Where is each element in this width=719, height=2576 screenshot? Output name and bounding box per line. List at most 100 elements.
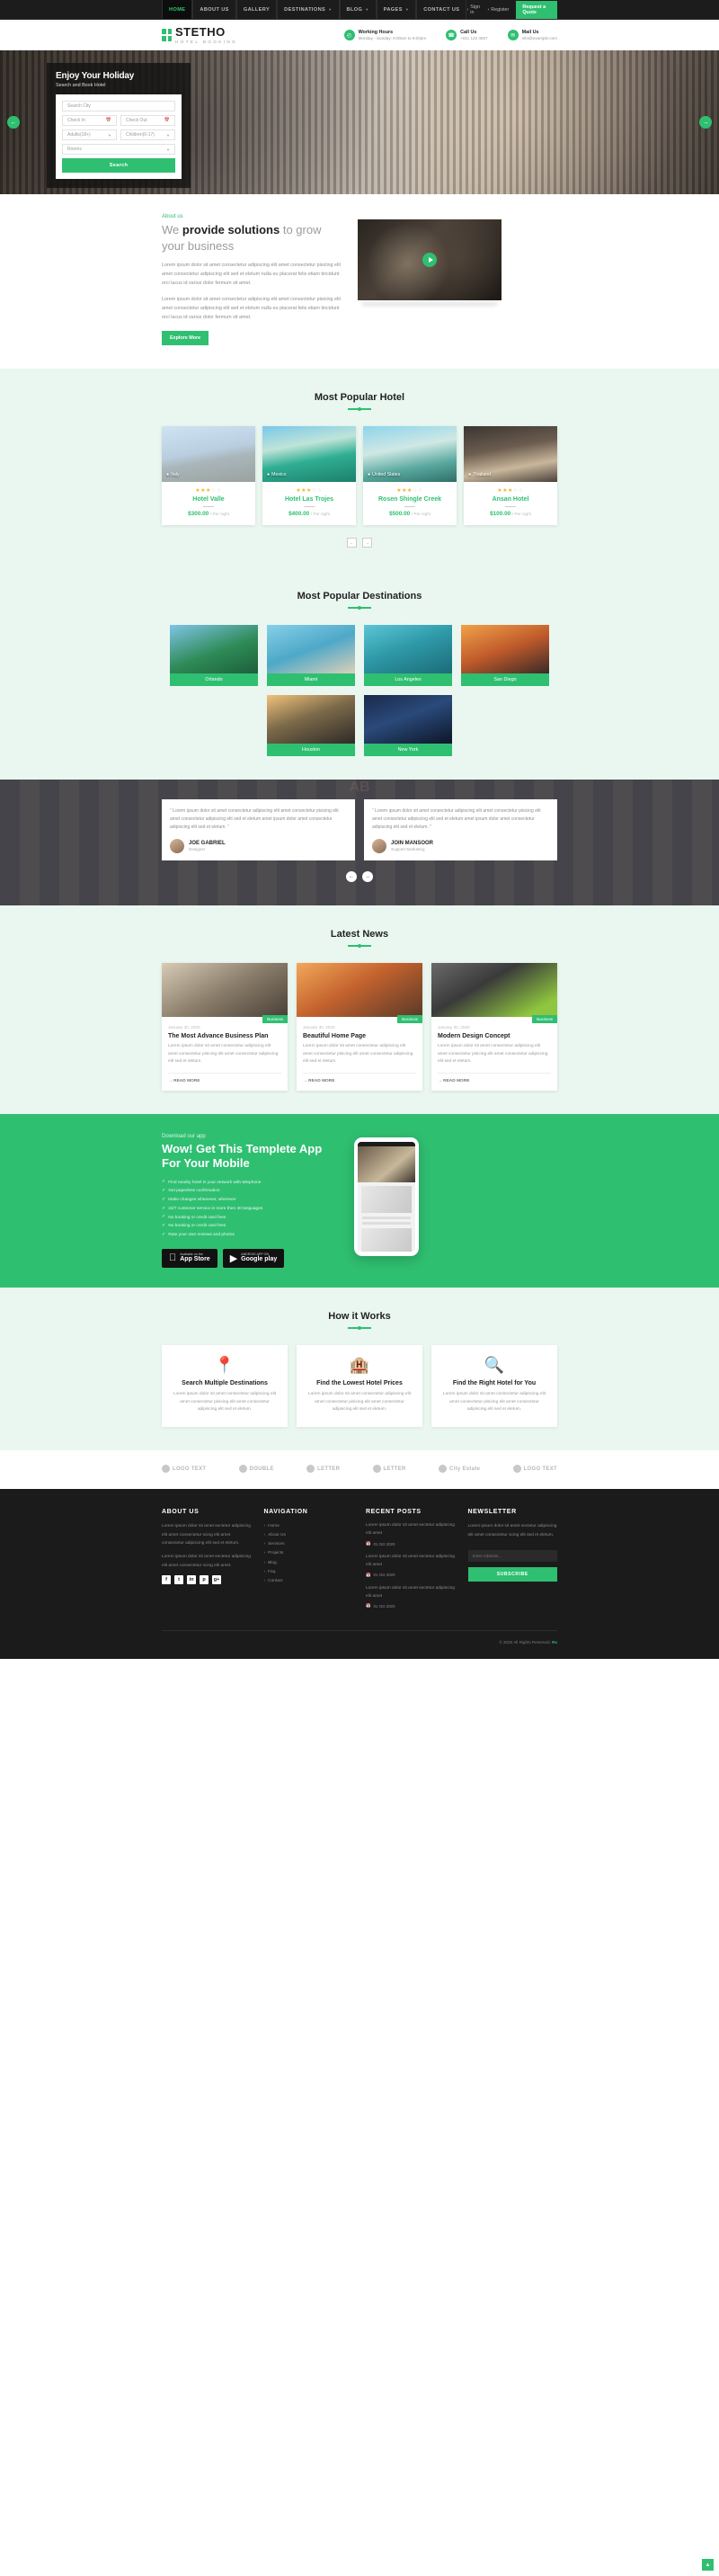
footer-nav-about-us[interactable]: About Us <box>264 1531 354 1540</box>
brand-logo-item[interactable]: LOGO TEXT <box>162 1465 206 1474</box>
how-card[interactable]: 🔍 Find the Right Hotel for You Lorem ips… <box>431 1344 557 1428</box>
google-plus-icon[interactable]: g+ <box>212 1575 221 1585</box>
news-headline[interactable]: Modern Design Concept <box>438 1033 551 1039</box>
map-pin-icon: ● <box>468 472 472 478</box>
news-card[interactable]: Business January 30, 2020 Beautiful Home… <box>297 963 422 1091</box>
destination-card[interactable]: Miami <box>267 625 355 687</box>
footer-post[interactable]: Lorem ipsum dolor sit amet sectetur adip… <box>366 1554 456 1578</box>
app-store-button[interactable]:  Available on theApp Store <box>162 1248 217 1268</box>
footer-nav-projects[interactable]: Projects <box>264 1549 354 1558</box>
search-city-input[interactable]: Search City <box>62 101 175 111</box>
play-icon[interactable] <box>422 253 437 267</box>
hero-prev-arrow[interactable]: ← <box>7 116 20 129</box>
testimonial-name: JOE GABRIEL <box>189 841 226 847</box>
google-play-button[interactable]: ▶ ANDROID APP ON Google play <box>222 1248 285 1268</box>
testimonial-prev-button[interactable]: ← <box>346 871 357 883</box>
linkedin-icon[interactable]: in <box>187 1575 196 1585</box>
testimonial-next-button[interactable]: → <box>362 871 373 883</box>
footer-post-text: Lorem ipsum dolor sit amet sectetur adip… <box>366 1585 455 1599</box>
watermark: AB <box>349 780 370 796</box>
register-link[interactable]: › Register <box>487 7 509 13</box>
rooms-select[interactable]: Rooms ▼ <box>62 144 175 155</box>
footer-post[interactable]: Lorem ipsum dolor sit amet sectetur adip… <box>366 1522 456 1546</box>
check-out-input[interactable]: Check Out 📅 <box>120 115 175 126</box>
scroll-to-top-button[interactable]: ▲ <box>702 2559 714 2571</box>
nav-item-pages[interactable]: PAGES ▼ <box>376 0 417 19</box>
logo-header-bar: STETHO HOTEL BOOKING ◴ Working Hours Mon… <box>162 20 557 50</box>
children-select[interactable]: Children(0-17) ▼ <box>120 129 175 140</box>
brand-logos-strip: LOGO TEXT DOUBLE LETTER LETTER City Esta… <box>162 1450 557 1489</box>
hotel-card[interactable]: ● Mexico ★★★☆☆ Hotel Las Trojes $400.00 /… <box>262 426 356 526</box>
news-card[interactable]: Business January 30, 2020 The Most Advan… <box>162 963 288 1091</box>
destination-card[interactable]: Los Angeles <box>364 625 452 687</box>
hotel-card[interactable]: ● Italy ★★★☆☆ Hotel Valle $300.00 / Per n… <box>162 426 255 526</box>
how-card-text: Lorem ipsum dolor sit amet consectetur a… <box>442 1391 546 1413</box>
pinterest-icon[interactable]: p <box>200 1575 209 1585</box>
about-paragraph-2: Lorem ipsum dolor sit amet consectetur a… <box>162 297 341 321</box>
news-title: Latest News <box>330 929 389 940</box>
chevron-down-icon: ▼ <box>166 147 170 152</box>
destination-card[interactable]: San Diego <box>461 625 549 687</box>
how-title: How it Works <box>328 1310 391 1322</box>
subscribe-button[interactable]: SUBSCRIBE <box>467 1566 557 1582</box>
read-more-link[interactable]: → READ MORE <box>168 1072 281 1083</box>
location-pin: ● United States <box>368 472 401 478</box>
hotel-name[interactable]: Ansan Hotel <box>469 496 552 503</box>
nav-item-gallery[interactable]: GALLERY <box>235 0 278 19</box>
news-headline[interactable]: Beautiful Home Page <box>303 1033 416 1039</box>
twitter-icon[interactable]: t <box>174 1575 183 1585</box>
request-quote-button[interactable]: Request a Quote <box>516 0 557 19</box>
check-in-input[interactable]: Check In 📅 <box>62 115 117 126</box>
how-card[interactable]: 📍 Search Multiple Destinations Lorem ips… <box>162 1344 288 1428</box>
hotel-name[interactable]: Rosen Shingle Creek <box>368 496 451 503</box>
hotels-prev-button[interactable]: ← <box>347 538 357 548</box>
hotel-card[interactable]: ● United States ★★★☆☆ Rosen Shingle Creek… <box>363 426 457 526</box>
app-promo-section: Download our app Wow! Get This Templete … <box>0 1113 719 1288</box>
nav-item-contact-us[interactable]: CONTACT US <box>416 0 467 19</box>
nav-item-home[interactable]: HOME <box>162 0 193 19</box>
hotel-name[interactable]: Hotel Valle <box>167 496 250 503</box>
footer-nav-home[interactable]: Home <box>264 1522 354 1531</box>
destination-card[interactable]: New York <box>364 695 452 757</box>
brand-logo-item[interactable]: LOGO TEXT <box>512 1465 557 1474</box>
destination-card[interactable]: Houston <box>267 695 355 757</box>
section-divider <box>348 1326 371 1329</box>
hotel-card[interactable]: ● Thailand ★★★☆☆ Ansan Hotel $100.00 / Pe… <box>464 426 557 526</box>
nav-item-destinations[interactable]: DESTINATIONS ▼ <box>277 0 340 19</box>
how-card[interactable]: 🏨 Find the Lowest Hotel Prices Lorem ips… <box>297 1344 422 1428</box>
footer-nav-blog[interactable]: Blog <box>264 1559 354 1568</box>
news-headline[interactable]: The Most Advance Business Plan <box>168 1033 281 1039</box>
booking-panel: Enjoy Your Holiday Search and Book Hotel… <box>47 63 191 188</box>
about-video[interactable] <box>358 219 502 300</box>
read-more-link[interactable]: → READ MORE <box>438 1072 551 1083</box>
footer-nav-contact[interactable]: Contact <box>264 1577 354 1586</box>
footer-post[interactable]: Lorem ipsum dolor sit amet sectetur adip… <box>366 1585 456 1609</box>
hero-next-arrow[interactable]: → <box>699 116 712 129</box>
brand-logo-item[interactable]: City Estate <box>438 1465 480 1474</box>
brand-logo-item[interactable]: LETTER <box>372 1465 406 1474</box>
brand-logo[interactable]: STETHO HOTEL BOOKING <box>162 26 237 44</box>
nav-label: DESTINATIONS <box>284 6 326 13</box>
nav-item-blog[interactable]: BLOG ▼ <box>339 0 377 19</box>
copyright-bar: © 2020 All Rights Reserved. Rs <box>162 1630 557 1645</box>
footer-nav-faq[interactable]: Faq <box>264 1568 354 1577</box>
destination-card[interactable]: Orlando <box>170 625 258 687</box>
newsletter-email-input[interactable] <box>467 1549 557 1562</box>
brand-logo-item[interactable]: DOUBLE <box>238 1465 274 1474</box>
explore-more-button[interactable]: Explore More <box>162 331 209 346</box>
adults-select[interactable]: Adults(18+) ▼ <box>62 129 117 140</box>
search-button[interactable]: Search <box>62 158 175 173</box>
news-card[interactable]: Business January 30, 2020 Modern Design … <box>431 963 557 1091</box>
avatar <box>372 839 386 854</box>
social-links: f t in p g+ <box>162 1575 252 1585</box>
facebook-icon[interactable]: f <box>162 1575 171 1585</box>
how-it-works-section: How it Works 📍 Search Multiple Destinati… <box>0 1287 719 1451</box>
hotel-name[interactable]: Hotel Las Trojes <box>268 496 351 503</box>
read-more-link[interactable]: → READ MORE <box>303 1072 416 1083</box>
sign-in-link[interactable]: › Sign in <box>466 4 480 15</box>
footer-nav-services[interactable]: Services <box>264 1540 354 1549</box>
hotels-next-button[interactable]: → <box>362 538 372 548</box>
nav-item-about-us[interactable]: ABOUT US <box>192 0 236 19</box>
brand-logo-item[interactable]: LETTER <box>306 1465 340 1474</box>
top-navigation-bar: HOME ABOUT US GALLERY DESTINATIONS ▼ BLOG… <box>0 0 719 20</box>
